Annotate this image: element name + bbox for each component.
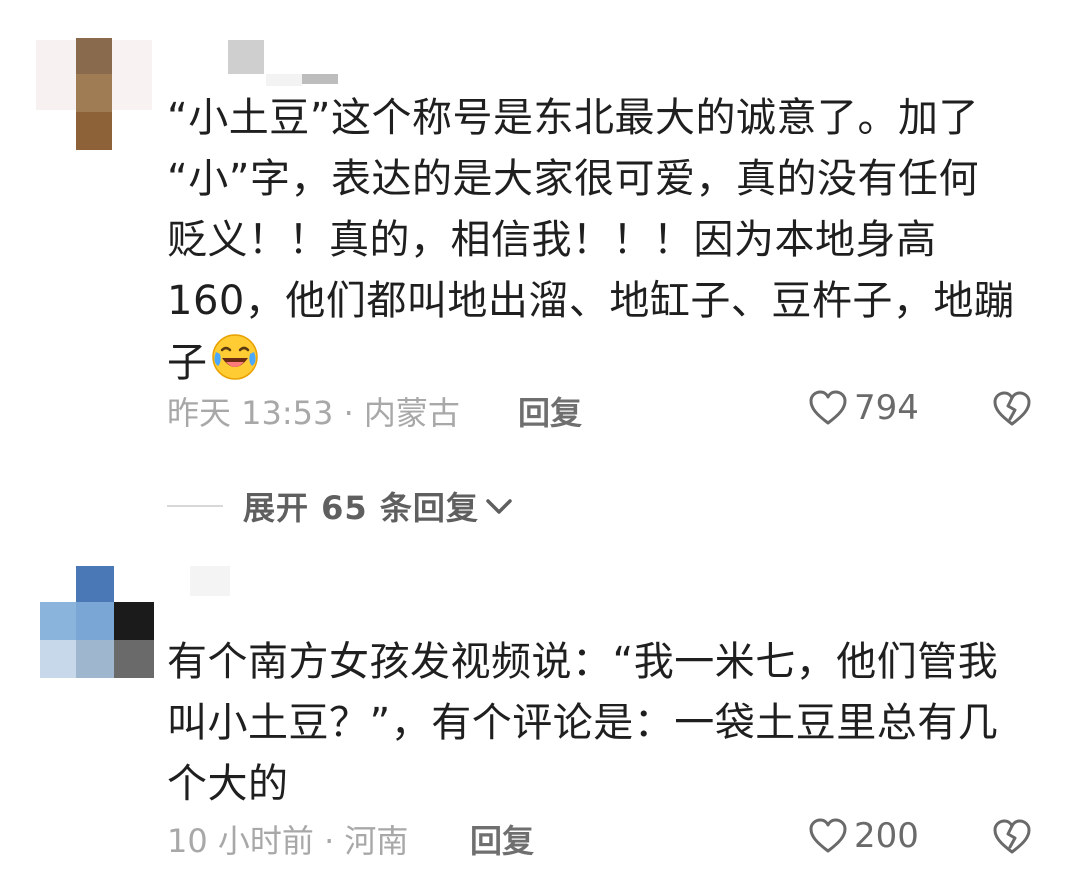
laugh-crying-emoji [211,334,258,380]
like-count: 200 [854,816,919,856]
broken-heart-icon [993,391,1031,426]
heart-outline-icon [809,818,847,853]
reply-button[interactable]: 回复 [470,816,534,862]
divider-line [167,505,223,507]
comment-text: 有个南方女孩发视频说：“我一米七，他们管我 叫小土豆？”，有个评论是：一袋土豆里… [167,632,1047,815]
comment-text-content: 有个南方女孩发视频说：“我一米七，他们管我 叫小土豆？”，有个评论是：一袋土豆里… [167,639,999,807]
comment-text: “小土豆”这个称号是东北最大的诚意了。加了 “小”字，表达的是大家很可爱，真的没… [167,88,1047,394]
expand-replies-button[interactable]: 展开 65 条回复 [167,483,515,529]
avatar[interactable] [40,566,154,678]
broken-heart-icon [993,819,1031,854]
avatar-blur-edge [112,40,152,110]
like-button[interactable]: 794 [808,388,919,428]
expand-replies-label: 展开 65 条回复 [243,489,479,527]
like-button[interactable]: 200 [808,816,919,856]
avatar[interactable] [76,38,112,150]
heart-outline-icon [809,390,847,425]
username[interactable] [190,566,230,596]
like-count: 794 [854,388,919,428]
chevron-down-icon [486,499,512,514]
comment-meta: 昨天 13:53 · 内蒙古 [167,394,460,432]
username[interactable] [228,40,338,92]
avatar-blur-edge [36,40,76,110]
dislike-button[interactable] [992,818,1032,860]
dislike-button[interactable] [992,390,1032,432]
reply-button[interactable]: 回复 [518,388,582,434]
comment-meta: 10 小时前 · 河南 [167,822,409,860]
comment-text-content: “小土豆”这个称号是东北最大的诚意了。加了 “小”字，表达的是大家很可爱，真的没… [167,95,1015,386]
